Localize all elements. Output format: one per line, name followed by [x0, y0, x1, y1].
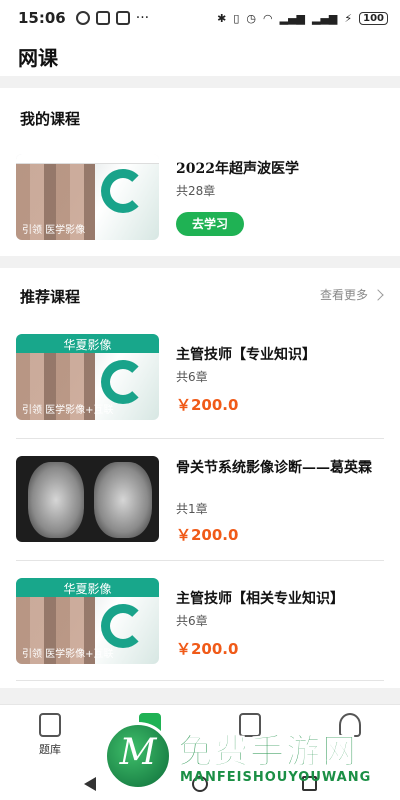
course-price: ￥200.0 [176, 640, 239, 658]
page-title: 网课 [18, 45, 58, 70]
xray-bone-image [28, 462, 84, 538]
course-name[interactable]: 主管技师【专业知识】 [176, 344, 316, 364]
course-chapter-count: 共6章 [176, 614, 208, 628]
banner-text: 引领 医学影像+互联 [22, 405, 114, 416]
course-chapter-count: 共6章 [176, 370, 208, 384]
system-status-icons: ✱ ▯ ◷ ◠ ▂▄▆ ▂▄▆ ⚡ 100 [217, 11, 388, 25]
charging-icon: ⚡ [344, 11, 353, 25]
divider [16, 560, 384, 561]
course-thumbnail[interactable]: 引领 医学影像 [16, 154, 159, 240]
recommended-title: 推荐课程 [20, 288, 81, 306]
vibrate-icon: ▯ [233, 11, 240, 25]
watermark-subtitle: MANFEISHOUYOUWANG [180, 770, 372, 785]
bluetooth-icon: ✱ [217, 11, 227, 25]
nav-item-label: 题库 [39, 743, 61, 756]
my-courses-section: 我的课程 引领 医学影像 2022年超声波医学 共28章 去学习 [0, 88, 400, 256]
status-bar: 15:06 ··· ✱ ▯ ◷ ◠ ▂▄▆ ▂▄▆ ⚡ 100 [0, 0, 400, 36]
course-price: ￥200.0 [176, 526, 239, 544]
signal-icon: ▂▄▆ [279, 11, 305, 25]
signal-icon: ▂▄▆ [312, 11, 338, 25]
back-icon[interactable] [84, 777, 96, 791]
notification-icons: ··· [75, 10, 150, 26]
course-chapter-count: 共1章 [176, 502, 208, 516]
course-price: ￥200.0 [176, 396, 239, 414]
notification-icon [75, 11, 90, 25]
banner-brand: 华夏影像 [63, 582, 112, 596]
alarm-icon: ◷ [246, 11, 256, 25]
more-icon: ··· [135, 10, 150, 26]
watermark-logo-letter: M [119, 732, 157, 773]
course-name[interactable]: 2022年超声波医学 [176, 158, 299, 178]
logo-swirl-icon [100, 359, 145, 404]
course-thumbnail[interactable]: 华夏影像 引领 医学影像+互联 [16, 334, 159, 420]
app-notification-icon [95, 11, 110, 25]
battery-icon: 100 [359, 11, 388, 25]
course-thumbnail[interactable] [16, 456, 159, 542]
banner-text: 引领 医学影像+互联 [22, 649, 114, 660]
divider [16, 680, 384, 681]
recommended-section: 推荐课程 查看更多 华夏影像 引领 医学影像+互联 主管技师【专业知识】 共6章… [0, 268, 400, 688]
course-name[interactable]: 骨关节系统影像诊断——葛英霖 [176, 458, 384, 478]
divider [16, 438, 384, 439]
banner-navbar [16, 154, 159, 165]
pen-paper-icon [39, 713, 61, 737]
see-more-label: 查看更多 [319, 288, 368, 302]
app-header: 网课 [0, 36, 400, 76]
course-chapter-count: 共28章 [176, 184, 216, 198]
banner-text: 引领 医学影像 [22, 225, 86, 236]
banner-brand: 华夏影像 [63, 338, 112, 352]
nav-item-question-bank[interactable]: 题库 [20, 713, 80, 757]
course-name[interactable]: 主管技师【相关专业知识】 [176, 588, 344, 608]
go-study-button[interactable]: 去学习 [176, 212, 244, 236]
course-thumbnail[interactable]: 华夏影像 引领 医学影像+互联 [16, 578, 159, 664]
android-icon [115, 11, 130, 25]
watermark-title: 免费手游网 [178, 732, 358, 773]
logo-swirl-icon [100, 169, 145, 214]
chevron-right-icon [372, 288, 384, 301]
wifi-icon: ◠ [263, 11, 273, 25]
status-time: 15:06 [18, 9, 66, 27]
xray-bone-image [94, 462, 152, 538]
see-more-link[interactable]: 查看更多 [319, 286, 384, 303]
watermark: M 免费手游网 MANFEISHOUYOUWANG [104, 720, 396, 798]
logo-swirl-icon [100, 603, 145, 648]
my-courses-title: 我的课程 [20, 110, 81, 128]
